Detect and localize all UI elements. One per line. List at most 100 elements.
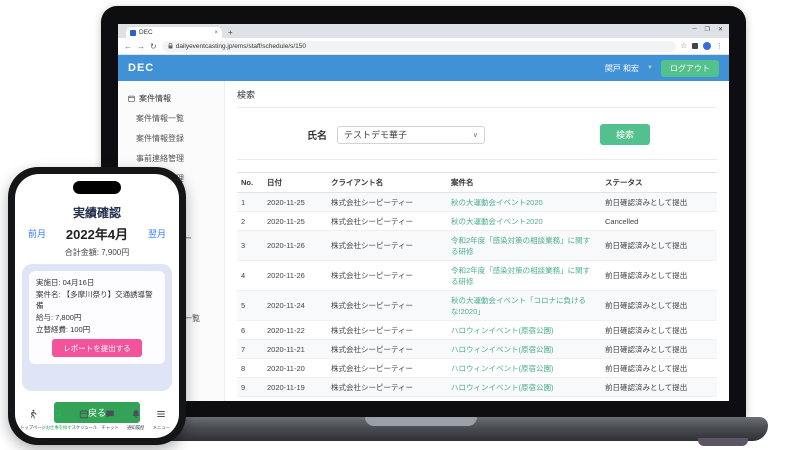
table-cell: 6	[237, 321, 263, 340]
new-tab-button[interactable]: +	[228, 28, 233, 37]
result-card: 実施日: 04月16日 案件名: 【多摩川祭り】交通誘導警備 給与: 7,800…	[29, 271, 165, 364]
page-title: 検索	[237, 88, 717, 108]
table-row: 72020-11-21株式会社シーピーティーハロウィンイベント(原宿公園)前日確…	[237, 340, 717, 359]
favicon-icon	[130, 30, 136, 36]
window-close-icon[interactable]: ✕	[718, 26, 723, 33]
card-expense: 立替経費: 100円	[36, 324, 158, 336]
name-select[interactable]: テストデモ華子 ∨	[337, 126, 485, 144]
table-cell: 前日確認済みとして提出	[601, 321, 717, 340]
table-header-cell: 案件名	[447, 173, 601, 193]
extensions-icon[interactable]	[692, 43, 698, 49]
case-name-link[interactable]: 令和2年度「感染対策の相談業務」に関する研修	[447, 261, 601, 291]
stage: DEC × + ─ ❐ ✕ ← → ↻ dailyeventcasting.jp…	[0, 0, 800, 450]
table-cell: 株式会社シーピーティー	[327, 321, 447, 340]
laptop-lid-notch	[365, 417, 477, 426]
window-minimize-icon[interactable]: ─	[692, 26, 696, 33]
forward-icon[interactable]: →	[137, 42, 145, 51]
search-button[interactable]: 検索	[600, 124, 650, 145]
table-row: 22020-11-25株式会社シーピーティー秋の大運動会イベント2020Canc…	[237, 212, 717, 231]
table-cell: 9	[237, 378, 263, 397]
table-cell: 10	[237, 397, 263, 402]
table-cell: 株式会社シーピーティー	[327, 291, 447, 321]
case-name-link[interactable]: ハロウィンイベント(原宿公園)	[447, 340, 601, 359]
case-name-link[interactable]: ハロウィンイベント(原宿公園)	[447, 359, 601, 378]
app-body: 案件情報 案件情報一覧案件情報登録事前連絡管理当日連絡管理翌日連絡管理カレンダー…	[118, 81, 729, 401]
phone-tab-label: メニュー	[153, 425, 170, 431]
case-name-link[interactable]: 秋の大運動会イベント2020	[447, 193, 601, 212]
submit-report-button[interactable]: レポートを提出する	[52, 339, 142, 357]
table-cell: 株式会社シーピーティー	[327, 397, 447, 402]
table-cell: 4	[237, 261, 263, 291]
header-right: 関戸 和宏 ▼ ログアウト	[605, 60, 719, 77]
table-header-row: No.日付クライアント名案件名ステータス	[237, 173, 717, 193]
browser-urlbar: ← → ↻ dailyeventcasting.jp/ems/staff/sch…	[118, 38, 729, 55]
chevron-down-icon[interactable]: ▼	[647, 65, 653, 71]
phone-tab-label: チャット	[101, 425, 118, 431]
reload-icon[interactable]: ↻	[150, 42, 157, 51]
table-cell: 前日確認済みとして提出	[601, 291, 717, 321]
table-cell: 2020-11-20	[263, 359, 327, 378]
phone-tab-label: お仕事を探す	[46, 425, 72, 431]
phone-tab-トップページ[interactable]: トップページ	[20, 406, 46, 431]
name-field-label: 氏名	[307, 127, 327, 142]
table-cell: 2020-11-24	[263, 291, 327, 321]
laptop-screen: DEC × + ─ ❐ ✕ ← → ↻ dailyeventcasting.jp…	[118, 24, 729, 401]
back-icon[interactable]: ←	[124, 42, 132, 51]
phone-tab-スケジュール[interactable]: スケジュール	[72, 406, 98, 431]
person-walking-icon	[28, 406, 38, 424]
table-cell: 2020-11-26	[263, 261, 327, 291]
bookmark-star-icon[interactable]: ☆	[681, 42, 687, 50]
tab-close-icon[interactable]: ×	[214, 30, 218, 36]
app-header: DEC 関戸 和宏 ▼ ログアウト	[118, 55, 729, 81]
next-month-link[interactable]: 翌月	[148, 227, 166, 240]
table-row: 52020-11-24株式会社シーピーティー秋の大運動会イベント「コロナに負ける…	[237, 291, 717, 321]
case-name-link[interactable]: ハロウィンイベント(原宿公園)	[447, 378, 601, 397]
table-row: 32020-11-26株式会社シーピーティー令和2年度「感染対策の相談業務」に関…	[237, 231, 717, 261]
table-row: 92020-11-19株式会社シーピーティーハロウィンイベント(原宿公園)前日確…	[237, 378, 717, 397]
table-header-cell: 日付	[263, 173, 327, 193]
profile-avatar[interactable]	[703, 42, 711, 50]
calendar-icon	[79, 406, 89, 424]
window-restore-icon[interactable]: ❐	[705, 26, 710, 33]
phone-tab-メニュー[interactable]: メニュー	[148, 406, 174, 431]
case-name-link[interactable]: ハロウィンイベント(原宿公園)	[447, 321, 601, 340]
phone-tab-通知履歴[interactable]: 通知履歴	[123, 406, 149, 431]
sidebar-item[interactable]: 案件情報一覧	[118, 108, 224, 128]
phone-tab-お仕事を探す[interactable]: お仕事を探す	[46, 406, 72, 431]
user-name[interactable]: 関戸 和宏	[605, 63, 639, 74]
select-chevron-icon: ∨	[473, 131, 478, 139]
table-cell: 2020-11-22	[263, 321, 327, 340]
urlbar-right-icons: ☆ ⋮	[681, 42, 723, 50]
case-name-link[interactable]: 事務作業のお仕事	[447, 397, 601, 402]
table-cell: 前日確認済みとして提出	[601, 261, 717, 291]
browser-menu-icon[interactable]: ⋮	[716, 42, 723, 50]
month-navigation: 前月 2022年4月 翌月	[15, 221, 179, 243]
case-name-link[interactable]: 令和2年度「感染対策の相談業務」に関する研修	[447, 231, 601, 261]
address-bar[interactable]: dailyeventcasting.jp/ems/staff/schedule/…	[162, 41, 676, 52]
table-cell: 株式会社シーピーティー	[327, 231, 447, 261]
sidebar-section-case-info[interactable]: 案件情報	[118, 89, 224, 108]
name-select-value: テストデモ華子	[344, 128, 407, 141]
table-cell: 3	[237, 231, 263, 261]
card-salary: 給与: 7,800円	[36, 312, 158, 324]
phone-tab-チャット[interactable]: チャット	[97, 406, 123, 431]
browser-tab[interactable]: DEC ×	[126, 27, 222, 38]
app-logo[interactable]: DEC	[128, 62, 154, 74]
url-text: dailyeventcasting.jp/ems/staff/schedule/…	[176, 43, 306, 50]
case-name-link[interactable]: 秋の大運動会イベント2020	[447, 212, 601, 231]
current-month: 2022年4月	[46, 224, 148, 243]
table-cell: 前日確認済みとして提出	[601, 231, 717, 261]
table-cell: 5	[237, 291, 263, 321]
table-cell: 前日確認済みとして提出	[601, 340, 717, 359]
case-name-link[interactable]: 秋の大運動会イベント「コロナに負けるな!2020」	[447, 291, 601, 321]
results-panel: 実施日: 04月16日 案件名: 【多摩川祭り】交通誘導警備 給与: 7,800…	[22, 264, 172, 391]
sidebar-item[interactable]: 案件情報登録	[118, 128, 224, 148]
table-cell: 2020-11-19	[263, 378, 327, 397]
table-cell: Cancelled	[601, 212, 717, 231]
sidebar-item[interactable]: 事前連絡管理	[118, 148, 224, 168]
table-cell: 2020-11-21	[263, 340, 327, 359]
card-date: 実施日: 04月16日	[36, 277, 158, 289]
table-header-cell: ステータス	[601, 173, 717, 193]
prev-month-link[interactable]: 前月	[28, 227, 46, 240]
logout-button[interactable]: ログアウト	[661, 60, 719, 77]
